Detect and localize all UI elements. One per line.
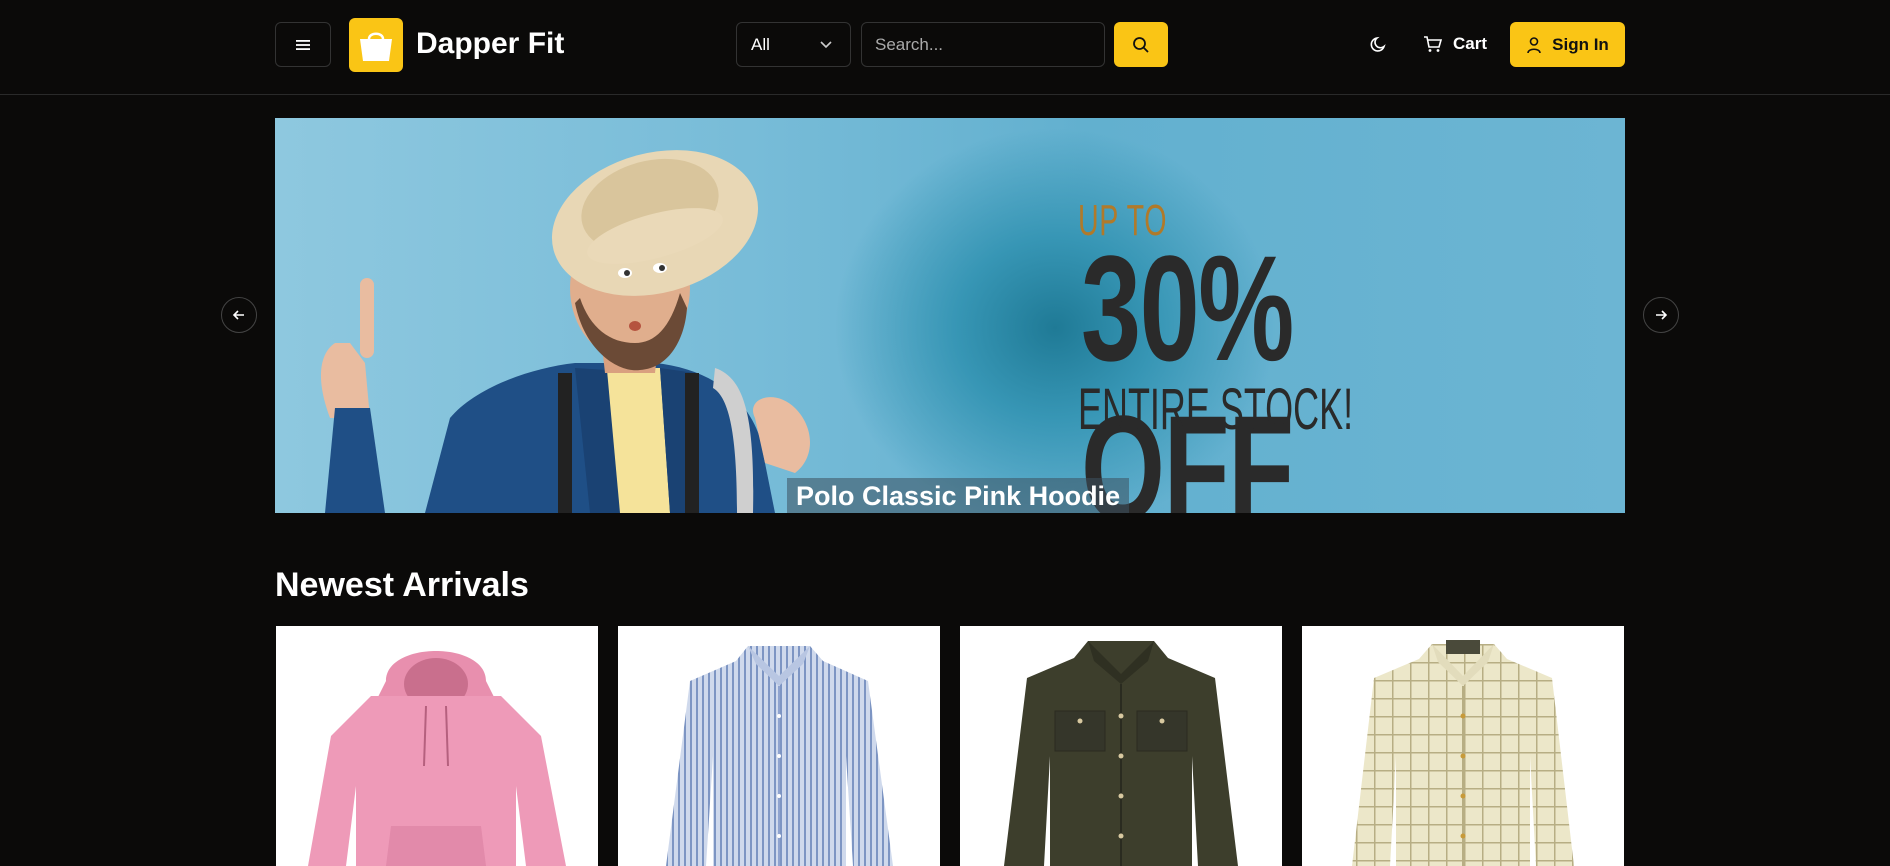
promo-discount-text: 30% OFF [1081, 224, 1294, 513]
product-card[interactable] [618, 626, 940, 866]
category-select[interactable]: All [736, 22, 851, 67]
product-card[interactable] [960, 626, 1282, 866]
category-select-value: All [751, 34, 770, 54]
blue-striped-shirt-image [666, 646, 893, 866]
arrow-left-icon [232, 310, 244, 320]
checked-shirt-image [1352, 640, 1574, 866]
hero-banner[interactable]: UP TO 30% OFF ENTIRE STOCK! Polo Classic… [275, 118, 1625, 513]
moon-icon [1370, 36, 1386, 52]
search-button[interactable] [1114, 22, 1168, 67]
brand-name[interactable]: Dapper Fit [416, 24, 564, 64]
menu-button[interactable] [275, 22, 331, 67]
search-input[interactable] [861, 22, 1105, 67]
logo[interactable] [349, 18, 403, 72]
olive-shirt-image [1004, 641, 1238, 866]
cart-icon [1424, 36, 1443, 52]
carousel-prev-button[interactable] [221, 297, 257, 333]
sign-in-label: Sign In [1552, 34, 1609, 54]
shopping-bag-icon [360, 32, 392, 61]
hamburger-icon [296, 39, 310, 50]
product-card[interactable] [276, 626, 598, 866]
cart-button[interactable]: Cart [1423, 26, 1487, 62]
section-title: Newest Arrivals [275, 566, 529, 604]
promo-subtext: ENTIRE STOCK! [1078, 377, 1354, 442]
site-header: Dapper Fit All Cart Sign In [0, 0, 1890, 95]
hero-caption[interactable]: Polo Classic Pink Hoodie [787, 478, 1130, 513]
cart-label: Cart [1453, 34, 1488, 53]
sign-in-button[interactable]: Sign In [1510, 22, 1625, 67]
chevron-down-icon [820, 41, 832, 49]
product-card[interactable] [1302, 626, 1624, 866]
pink-hoodie-image [308, 651, 566, 866]
arrow-right-icon [1656, 310, 1668, 320]
user-icon [1527, 36, 1541, 53]
carousel-next-button[interactable] [1643, 297, 1679, 333]
theme-toggle-button[interactable] [1361, 26, 1397, 62]
search-icon [1133, 36, 1149, 53]
